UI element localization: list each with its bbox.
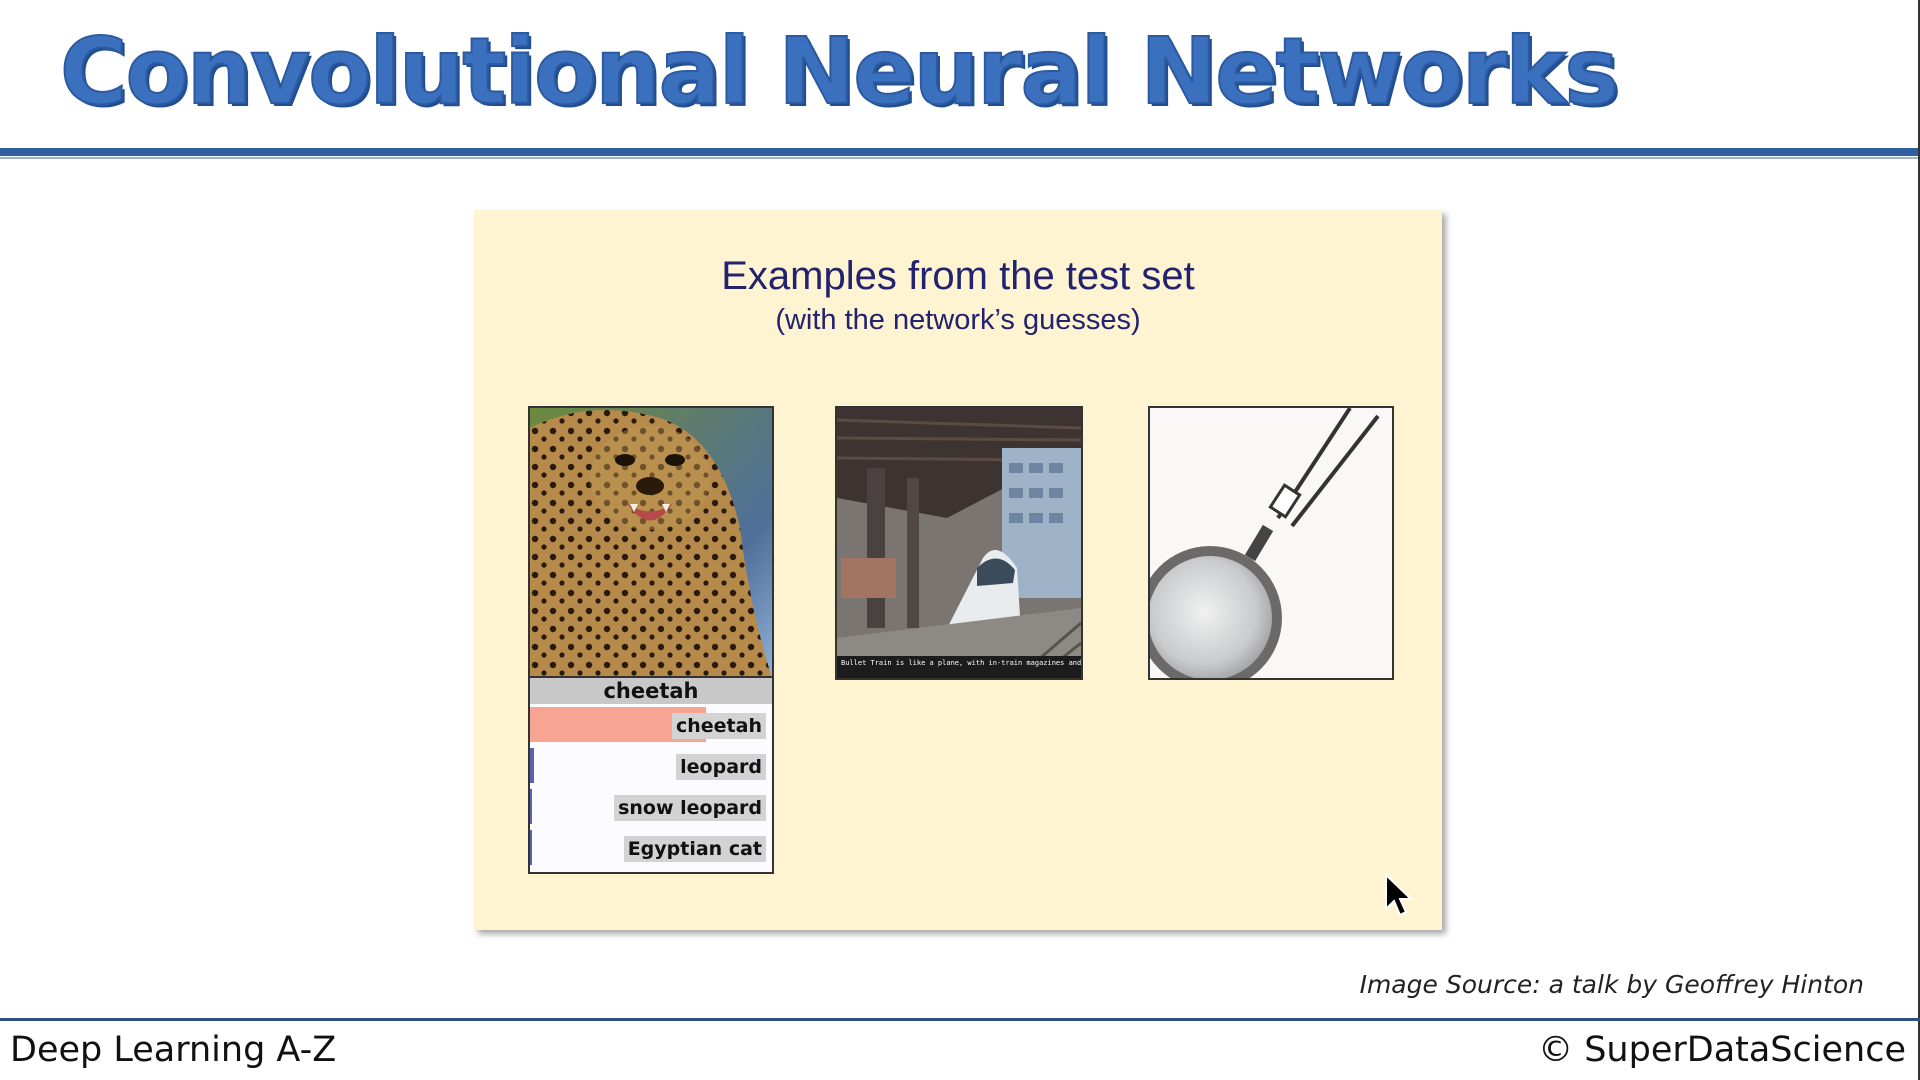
guess-panel: cheetah cheetah leopard snow leopard Egy… [528,676,774,874]
guess-label: leopard [676,754,766,780]
hand-glass-photo-icon [1150,408,1392,678]
guess-row: Egyptian cat [530,827,772,868]
course-name: Deep Learning A-Z [10,1030,337,1070]
image-source-note: Image Source: a talk by Geoffrey Hinton [1359,970,1864,999]
header-divider [0,148,1920,156]
guess-row: leopard [530,745,772,786]
guess-row: snow leopard [530,786,772,827]
bullet-train-photo-icon: Bullet Train is like a plane, with in-tr… [837,408,1081,678]
guess-bar [530,830,532,865]
copyright-notice: © SuperDataScience [1538,1030,1906,1070]
embedded-slide: Examples from the test set (with the net… [474,210,1442,930]
guess-bar [530,748,534,783]
guess-row: cheetah [530,704,772,745]
page-title: Convolutional Neural Networks [59,17,1620,126]
slide-title: Examples from the test set [721,254,1195,298]
hand-glass-photo [1148,406,1394,680]
guess-label: cheetah [672,713,766,739]
bullet-train-photo: Bullet Train is like a plane, with in-tr… [835,406,1083,680]
footer-divider [0,1018,1920,1021]
prediction-label: cheetah [530,678,772,704]
train-caption: Bullet Train is like a plane, with in-tr… [841,659,1081,667]
guess-label: Egyptian cat [623,836,766,862]
mouse-cursor-icon [1385,873,1414,917]
cheetah-photo [528,406,774,680]
header-divider-thin [0,157,1920,159]
guess-bar [530,789,532,824]
guess-label: snow leopard [614,795,766,821]
cheetah-photo-icon [530,408,772,678]
slide-subtitle: (with the network’s guesses) [775,304,1141,336]
